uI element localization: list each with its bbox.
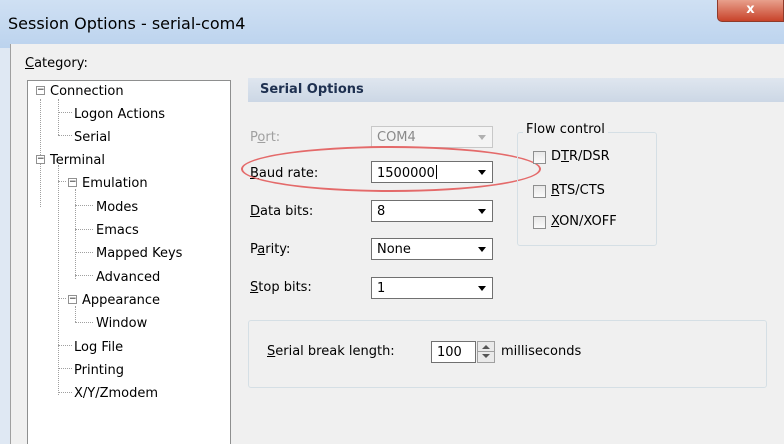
tree-item-printing[interactable]: Printing xyxy=(74,362,124,380)
data-bits-select[interactable]: 8 xyxy=(371,200,493,222)
parity-select[interactable]: None xyxy=(371,238,493,260)
stop-bits-label: Stop bits: xyxy=(250,280,312,295)
flow-control-title: Flow control xyxy=(523,122,608,137)
spin-down-icon[interactable] xyxy=(482,354,490,358)
tree-item-serial[interactable]: Serial xyxy=(74,129,111,147)
tree-connector xyxy=(75,205,93,206)
xon-xoff-label[interactable]: XON/XOFF xyxy=(551,214,617,229)
collapse-icon[interactable]: − xyxy=(68,295,77,304)
panel-header: Serial Options xyxy=(248,78,784,102)
port-label: Port: xyxy=(250,130,281,145)
port-select: COM4 xyxy=(371,126,493,148)
serial-break-spinner[interactable] xyxy=(477,341,495,363)
tree-connector xyxy=(58,165,59,395)
spin-up-icon[interactable] xyxy=(482,345,490,349)
tree-connector xyxy=(58,368,72,369)
title-bar: Session Options - serial-com4 xyxy=(0,0,784,48)
close-icon: x xyxy=(746,2,755,17)
rts-cts-label[interactable]: RTS/CTS xyxy=(551,183,605,198)
tree-connector xyxy=(75,306,76,322)
tree-connector xyxy=(75,229,93,230)
collapse-icon[interactable]: − xyxy=(36,86,45,95)
dropdown-arrow-icon[interactable] xyxy=(478,286,486,291)
tree-item-terminal[interactable]: − Terminal xyxy=(36,152,105,170)
xon-xoff-checkbox[interactable] xyxy=(533,216,546,229)
collapse-icon[interactable]: − xyxy=(36,155,45,164)
tree-connector xyxy=(58,112,72,113)
dtr-dsr-checkbox[interactable] xyxy=(533,151,546,164)
tree-item-emulation[interactable]: − Emulation xyxy=(68,175,148,193)
close-button[interactable]: x xyxy=(717,0,784,22)
dropdown-arrow-icon[interactable] xyxy=(478,209,486,214)
serial-break-label: Serial break length: xyxy=(267,344,395,359)
tree-connector xyxy=(75,322,93,323)
tree-connector xyxy=(58,345,72,346)
rts-cts-checkbox[interactable] xyxy=(533,185,546,198)
tree-item-connection[interactable]: − Connection xyxy=(36,83,124,101)
tree-connector xyxy=(40,99,41,207)
tree-item-advanced[interactable]: Advanced xyxy=(96,269,160,287)
dropdown-arrow-icon[interactable] xyxy=(478,247,486,252)
highlight-annotation xyxy=(241,146,541,192)
dtr-dsr-label[interactable]: DTR/DSR xyxy=(551,149,610,164)
tree-item-logon-actions[interactable]: Logon Actions xyxy=(74,106,165,124)
tree-connector xyxy=(58,99,59,135)
tree-item-log-file[interactable]: Log File xyxy=(74,339,123,357)
tree-connector xyxy=(58,298,66,299)
serial-break-unit: milliseconds xyxy=(501,344,582,359)
window-title: Session Options - serial-com4 xyxy=(8,14,246,33)
tree-item-emacs[interactable]: Emacs xyxy=(96,222,139,240)
dropdown-arrow-icon xyxy=(478,135,486,140)
tree-connector xyxy=(58,181,66,182)
tree-item-window[interactable]: Window xyxy=(96,315,147,333)
category-tree[interactable]: − Connection Logon Actions Serial − Term… xyxy=(27,80,231,444)
tree-item-mapped-keys[interactable]: Mapped Keys xyxy=(96,245,182,263)
panel-title: Serial Options xyxy=(260,82,364,97)
tree-item-xyzmodem[interactable]: X/Y/Zmodem xyxy=(74,385,158,403)
tree-connector xyxy=(58,392,72,393)
stop-bits-select[interactable]: 1 xyxy=(371,277,493,299)
tree-item-modes[interactable]: Modes xyxy=(96,199,138,217)
tree-connector xyxy=(58,135,72,136)
serial-break-input[interactable]: 100 xyxy=(431,341,476,363)
tree-connector xyxy=(75,252,93,253)
tree-connector xyxy=(75,189,76,279)
data-bits-label: Data bits: xyxy=(250,204,314,219)
dialog-body: Category: − Connection Logon Actions Ser… xyxy=(10,44,784,444)
parity-label: Parity: xyxy=(250,242,291,257)
collapse-icon[interactable]: − xyxy=(68,178,77,187)
tree-connector xyxy=(75,275,93,276)
category-label: Category: xyxy=(25,56,88,71)
tree-item-appearance[interactable]: − Appearance xyxy=(68,292,160,310)
